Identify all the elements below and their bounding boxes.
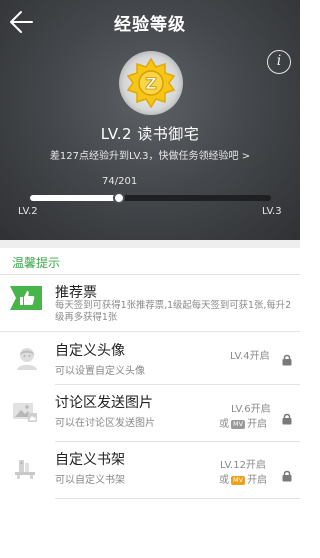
- item-title: 自定义书架: [55, 452, 125, 468]
- page-title: 经验等级: [114, 15, 186, 35]
- unlock-or: 或: [219, 475, 229, 486]
- exp-hint-link[interactable]: 差127点经验升到LV.3，快做任务领经验吧 >: [0, 147, 300, 162]
- unlock-alternative: 或 MV 开启: [219, 417, 271, 432]
- item-description: 每天签到可获得1张推荐票,1级起每天签到可获1张,每升2级再多获得1张: [55, 300, 292, 323]
- item-subtitle: 可以设置自定义头像: [55, 366, 145, 377]
- list-item-recommend-ticket[interactable]: 推荐票 每天签到可获得1张推荐票,1级起每天签到可获1张,每升2级再多获得1张: [0, 275, 300, 331]
- unlock-level: LV.12开启: [220, 460, 266, 471]
- lock-icon: [282, 351, 292, 370]
- unlock-or: 或: [219, 419, 229, 430]
- section-gap: [0, 240, 300, 248]
- progress-fill: [30, 195, 119, 201]
- unlock-level: LV.4开启: [230, 351, 270, 362]
- level-badge: Z: [119, 51, 183, 115]
- bookshelf-icon: [14, 458, 36, 484]
- thumbs-up-flag-icon: [10, 286, 42, 314]
- badge-letter: Z: [145, 74, 157, 93]
- progress-thumb: [113, 192, 125, 204]
- info-icon[interactable]: i: [267, 50, 291, 74]
- mv-tag: MV: [231, 420, 246, 429]
- list-item-custom-bookshelf[interactable]: 自定义书架 可以自定义书架 LV.12开启 或 MV 开启: [0, 442, 300, 498]
- unlock-requirement: LV.6开启 或 MV 开启: [219, 402, 271, 432]
- unlock-suffix: 开启: [247, 419, 268, 430]
- unlock-requirement: LV.12开启 或 MV 开启: [219, 458, 267, 488]
- next-level-label: LV.3: [262, 206, 282, 217]
- avatar-icon: [16, 346, 38, 374]
- item-title: 自定义头像: [55, 343, 125, 359]
- current-level-label: LV.2: [18, 206, 38, 217]
- lock-icon: [282, 410, 292, 429]
- unlock-level: LV.6开启: [231, 404, 271, 415]
- unlock-requirement: LV.4开启: [230, 349, 270, 364]
- item-subtitle: 可以自定义书架: [55, 475, 125, 486]
- lock-icon: [282, 467, 292, 486]
- level-name: LV.2 读书御宅: [100, 125, 200, 143]
- level-header: 经验等级 i Z LV.2 读书御宅 差127点经验升到LV.3，快做任务领经验…: [0, 0, 300, 240]
- item-subtitle: 可以在讨论区发送图片: [55, 418, 155, 429]
- item-title: 推荐票: [55, 285, 97, 301]
- mv-tag: MV: [231, 476, 246, 485]
- progress-count: 74/201: [102, 176, 138, 187]
- section-title: 温馨提示: [12, 256, 61, 270]
- unlock-alternative: 或 MV 开启: [219, 473, 267, 488]
- image-icon: [12, 401, 38, 427]
- list-item-custom-avatar[interactable]: 自定义头像 可以设置自定义头像 LV.4开启: [0, 332, 300, 384]
- unlock-suffix: 开启: [247, 475, 268, 486]
- list-item-discussion-images[interactable]: 讨论区发送图片 可以在讨论区发送图片 LV.6开启 或 MV 开启: [0, 385, 300, 441]
- item-title: 讨论区发送图片: [55, 395, 153, 411]
- level-badge-icon: Z: [126, 57, 176, 109]
- progress-track: [30, 192, 271, 204]
- divider: [55, 498, 300, 499]
- top-bar: 经验等级: [0, 0, 300, 44]
